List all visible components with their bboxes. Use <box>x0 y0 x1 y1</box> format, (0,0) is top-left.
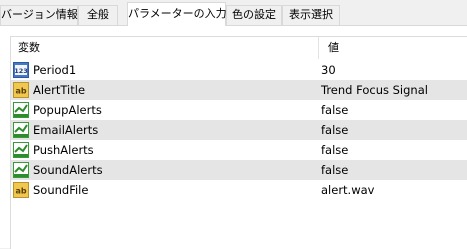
parameter-name: Period1 <box>33 63 77 77</box>
integer-type-icon: 123 <box>13 62 29 78</box>
tab-panel-input-parameters: 変数 値 123 Period1 30 ab AlertTitle Trend … <box>0 26 467 249</box>
parameter-row-emailalerts[interactable]: EmailAlerts false <box>11 120 467 140</box>
svg-text:ab: ab <box>15 187 26 196</box>
parameter-name: PopupAlerts <box>33 103 102 117</box>
boolean-type-icon <box>13 122 29 138</box>
column-header-variable[interactable]: 変数 <box>18 37 40 59</box>
tab-colors[interactable]: 色の設定 <box>226 5 282 25</box>
column-divider[interactable] <box>318 37 319 59</box>
parameter-row-soundalerts[interactable]: SoundAlerts false <box>11 160 467 180</box>
parameter-value[interactable]: false <box>321 140 348 160</box>
parameter-value[interactable]: false <box>321 120 348 140</box>
parameter-value[interactable]: false <box>321 100 348 120</box>
parameter-value[interactable]: false <box>321 160 348 180</box>
parameter-name: SoundAlerts <box>33 163 103 177</box>
boolean-type-icon <box>13 162 29 178</box>
parameter-row-pushalerts[interactable]: PushAlerts false <box>11 140 467 160</box>
boolean-type-icon <box>13 102 29 118</box>
tab-input-parameters[interactable]: パラメーターの入力 <box>127 2 227 26</box>
parameter-name: EmailAlerts <box>33 123 99 137</box>
svg-text:123: 123 <box>14 67 28 75</box>
column-header-value[interactable]: 値 <box>328 37 339 59</box>
tab-visualization[interactable]: 表示選択 <box>282 5 340 25</box>
parameter-value[interactable]: 30 <box>321 60 336 80</box>
string-type-icon: ab <box>13 182 29 198</box>
parameter-name: PushAlerts <box>33 143 94 157</box>
parameter-row-period1[interactable]: 123 Period1 30 <box>11 60 467 80</box>
parameter-name: AlertTitle <box>33 83 86 97</box>
parameters-grid: 変数 値 123 Period1 30 ab AlertTitle Trend … <box>10 36 467 249</box>
svg-text:ab: ab <box>15 87 26 96</box>
grid-header: 変数 値 <box>11 37 467 59</box>
tab-general[interactable]: 全般 <box>78 5 118 25</box>
string-type-icon: ab <box>13 82 29 98</box>
parameter-value[interactable]: Trend Focus Signal <box>321 80 428 100</box>
parameter-row-alerttitle[interactable]: ab AlertTitle Trend Focus Signal <box>11 80 467 100</box>
parameter-name: SoundFile <box>33 183 89 197</box>
parameter-value[interactable]: alert.wav <box>321 180 374 200</box>
tab-bar: バージョン情報 全般 パラメーターの入力 色の設定 表示選択 <box>0 0 467 27</box>
boolean-type-icon <box>13 142 29 158</box>
parameter-row-soundfile[interactable]: ab SoundFile alert.wav <box>11 180 467 200</box>
parameter-row-popupalerts[interactable]: PopupAlerts false <box>11 100 467 120</box>
tab-version-info[interactable]: バージョン情報 <box>0 5 78 25</box>
